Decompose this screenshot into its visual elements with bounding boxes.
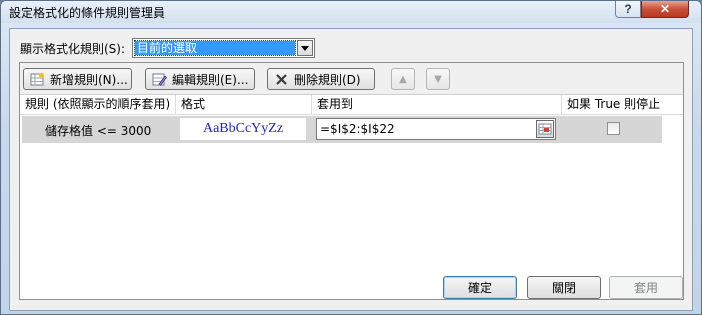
table-row[interactable]: 儲存格值 <= 3000 AaBbCcYyZz =$I$2:$I$22 (22, 116, 662, 143)
stop-if-true-checkbox[interactable] (607, 122, 620, 135)
window-title: 設定格式化的條件規則管理員 (9, 6, 166, 20)
column-header-rule[interactable]: 規則 (依照顯示的順序套用) (20, 95, 176, 115)
delete-rule-button[interactable]: 刪除規則(D) (267, 68, 375, 90)
delete-x-icon (274, 72, 289, 87)
edit-rule-button[interactable]: 編輯規則(E)... (145, 68, 255, 90)
move-up-button[interactable]: ▲ (391, 68, 415, 90)
column-header-applies-to[interactable]: 套用到 (312, 95, 562, 115)
dialog-body: 顯示格式化規則(S): 目前的選取 新增規則(N)... 編輯規則(E)... … (9, 28, 693, 311)
edit-rule-label: 編輯規則(E)... (172, 72, 249, 87)
applies-to-input[interactable]: =$I$2:$I$22 (316, 118, 556, 140)
applies-to-value: =$I$2:$I$22 (320, 122, 395, 136)
column-header-format[interactable]: 格式 (176, 95, 312, 115)
edit-rule-icon (152, 72, 167, 87)
close-button[interactable]: 關閉 (527, 276, 601, 299)
new-rule-button[interactable]: 新增規則(N)... (23, 68, 132, 90)
move-down-button[interactable]: ▼ (426, 68, 450, 90)
rules-panel: 新增規則(N)... 編輯規則(E)... 刪除規則(D) ▲ ▼ 規則 (依照… (19, 62, 684, 300)
title-bar: 設定格式化的條件規則管理員 ? ✕ (1, 1, 701, 23)
ok-button[interactable]: 確定 (443, 276, 517, 299)
new-rule-label: 新增規則(N)... (50, 72, 128, 87)
apply-button[interactable]: 套用 (609, 276, 683, 299)
rules-toolbar: 新增規則(N)... 編輯規則(E)... 刪除規則(D) ▲ ▼ (20, 63, 683, 95)
format-preview: AaBbCcYyZz (180, 118, 306, 140)
rule-description: 儲存格值 <= 3000 (45, 124, 152, 138)
conditional-formatting-rules-manager-dialog: 設定格式化的條件規則管理員 ? ✕ 顯示格式化規則(S): 目前的選取 新增規則… (0, 0, 702, 315)
window-close-button[interactable]: ✕ (641, 1, 689, 18)
chevron-down-icon[interactable] (297, 40, 313, 56)
show-rules-label: 顯示格式化規則(S): (20, 42, 126, 56)
help-button[interactable]: ? (615, 1, 641, 18)
show-rules-selected-value: 目前的選取 (134, 40, 296, 56)
column-header-stop-if-true[interactable]: 如果 True 則停止 (562, 95, 662, 115)
show-rules-dropdown[interactable]: 目前的選取 (132, 38, 315, 58)
new-rule-icon (30, 72, 45, 87)
rules-table-header: 規則 (依照顯示的順序套用) 格式 套用到 如果 True 則停止 (20, 95, 683, 115)
delete-rule-label: 刪除規則(D) (294, 72, 361, 87)
range-selector-icon[interactable] (536, 120, 554, 138)
